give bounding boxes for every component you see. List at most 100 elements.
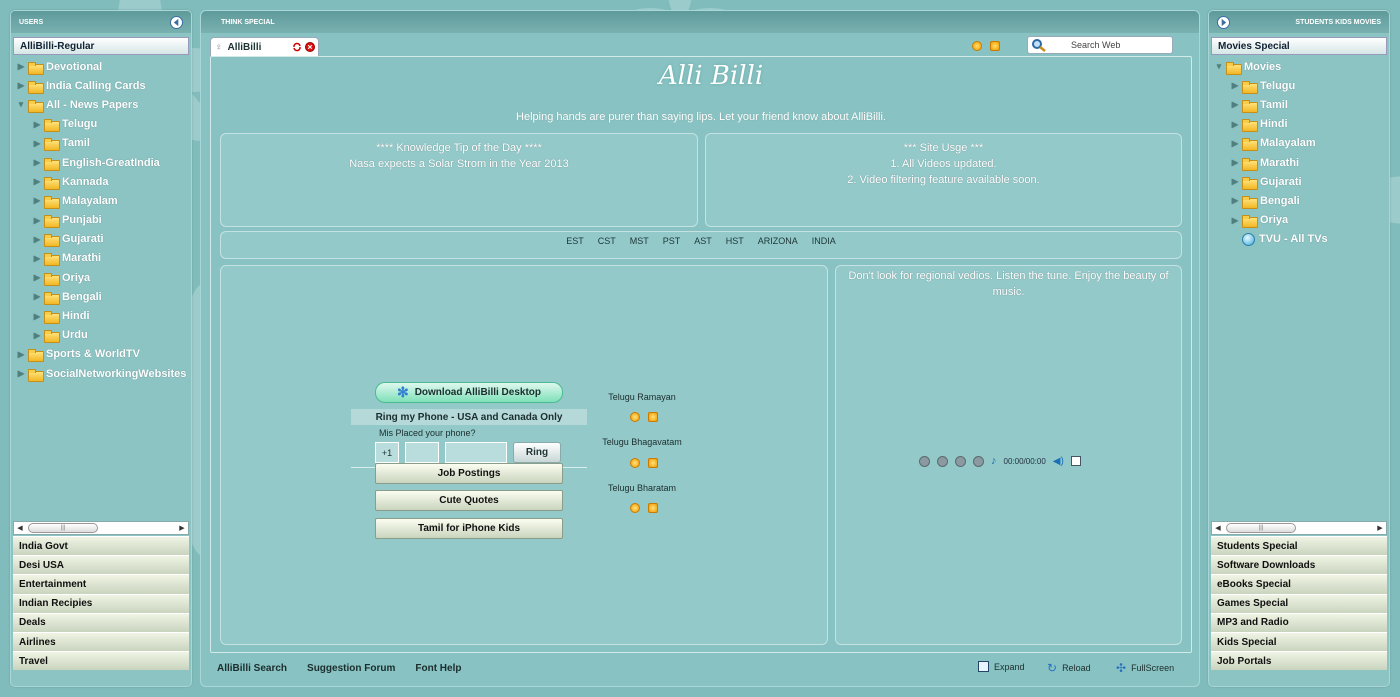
stop-icon[interactable]	[648, 412, 658, 422]
footer-link-font-help[interactable]: Font Help	[415, 663, 461, 674]
timezone-cst[interactable]: CST	[598, 236, 616, 246]
timezone-arizona[interactable]: ARIZONA	[758, 236, 798, 246]
collapsed-triangle-icon[interactable]: ▶	[33, 196, 41, 205]
collapsed-triangle-icon[interactable]: ▶	[17, 62, 25, 71]
left-category-item[interactable]: Deals	[13, 612, 189, 632]
left-tree-item[interactable]: ▶ Hindi	[17, 306, 191, 325]
timezone-hst[interactable]: HST	[726, 236, 744, 246]
expand-button[interactable]: Expand	[978, 661, 1025, 672]
collapsed-triangle-icon[interactable]: ▶	[33, 158, 41, 167]
collapsed-triangle-icon[interactable]: ▶	[33, 254, 41, 263]
right-selected-group[interactable]: Movies Special	[1211, 37, 1387, 55]
refresh-icon[interactable]	[292, 42, 302, 52]
close-icon[interactable]	[305, 42, 315, 52]
right-category-item[interactable]: MP3 and Radio	[1211, 612, 1387, 632]
timezone-mst[interactable]: MST	[630, 236, 649, 246]
right-tree-item[interactable]: ▶ Tamil	[1215, 95, 1389, 114]
timezone-ast[interactable]: AST	[694, 236, 712, 246]
tab-allibilli[interactable]: ♀ AlliBilli	[210, 37, 319, 56]
left-tree-item[interactable]: ▶ Gujarati	[17, 230, 191, 249]
ring-button[interactable]: Ring	[513, 442, 561, 463]
left-tree-item[interactable]: ▶ India Calling Cards	[17, 76, 191, 95]
job-postings-button[interactable]: Job Postings	[375, 463, 563, 484]
right-category-item[interactable]: Software Downloads	[1211, 555, 1387, 575]
expand-right-icon[interactable]	[1217, 15, 1230, 29]
search-web-box[interactable]: Search Web	[1027, 36, 1173, 54]
scroll-left-arrow-icon[interactable]: ◀	[1212, 522, 1224, 534]
right-tree-item[interactable]: ▶TVU - All TVs	[1215, 230, 1389, 249]
right-tree-item[interactable]: ▶ Malayalam	[1215, 134, 1389, 153]
left-category-item[interactable]: India Govt	[13, 536, 189, 556]
stop-icon[interactable]	[648, 503, 658, 513]
right-category-item[interactable]: Games Special	[1211, 593, 1387, 613]
right-tree-item[interactable]: ▶ Hindi	[1215, 115, 1389, 134]
left-tree-item[interactable]: ▶ English-GreatIndia	[17, 153, 191, 172]
right-category-item[interactable]: eBooks Special	[1211, 574, 1387, 594]
left-selected-group[interactable]: AlliBilli-Regular	[13, 37, 189, 55]
play-icon[interactable]	[972, 41, 982, 51]
timezone-india[interactable]: INDIA	[812, 236, 836, 246]
left-tree-item[interactable]: ▶ SocialNetworkingWebsites	[17, 364, 191, 383]
scroll-right-arrow-icon[interactable]: ▶	[1374, 522, 1386, 534]
left-tree-item[interactable]: ▶ Tamil	[17, 134, 191, 153]
collapsed-triangle-icon[interactable]: ▶	[33, 120, 41, 129]
left-tree-item[interactable]: ▶ Oriya	[17, 268, 191, 287]
left-category-item[interactable]: Entertainment	[13, 574, 189, 594]
left-tree-item[interactable]: ▶ Malayalam	[17, 191, 191, 210]
volume-icon[interactable]: ◀)	[1053, 456, 1064, 467]
left-tree-item[interactable]: ▶ Marathi	[17, 249, 191, 268]
left-tree-item[interactable]: ▶ Kannada	[17, 172, 191, 191]
left-tree-item[interactable]: ▶ Urdu	[17, 326, 191, 345]
left-tree-item[interactable]: ▶ Sports & WorldTV	[17, 345, 191, 364]
collapsed-triangle-icon[interactable]: ▶	[1231, 177, 1239, 186]
left-horizontal-scrollbar[interactable]: ◀ ||| ▶	[13, 521, 189, 535]
play-icon[interactable]	[630, 503, 640, 513]
collapsed-triangle-icon[interactable]: ▶	[17, 350, 25, 359]
collapsed-triangle-icon[interactable]: ▶	[1231, 158, 1239, 167]
fullscreen-button[interactable]: ✣ FullScreen	[1116, 661, 1174, 675]
collapsed-triangle-icon[interactable]: ▶	[33, 312, 41, 321]
left-tree-item[interactable]: ▼ All - News Papers	[17, 95, 191, 114]
collapsed-triangle-icon[interactable]: ▶	[33, 292, 41, 301]
area-code-input[interactable]	[405, 442, 439, 463]
footer-link-suggestion-forum[interactable]: Suggestion Forum	[307, 663, 395, 674]
fast-forward-icon[interactable]	[973, 455, 984, 467]
collapsed-triangle-icon[interactable]: ▶	[33, 216, 41, 225]
collapsed-triangle-icon[interactable]: ▶	[1231, 139, 1239, 148]
scroll-thumb[interactable]: |||	[1226, 523, 1296, 533]
download-desktop-button[interactable]: ✻ Download AlliBilli Desktop	[375, 382, 563, 403]
left-category-item[interactable]: Airlines	[13, 631, 189, 652]
collapsed-triangle-icon[interactable]: ▶	[1231, 81, 1239, 90]
left-category-item[interactable]: Desi USA	[13, 555, 189, 575]
scroll-thumb[interactable]: |||	[28, 523, 98, 533]
expanded-triangle-icon[interactable]: ▼	[1215, 62, 1223, 71]
collapsed-triangle-icon[interactable]: ▶	[1231, 196, 1239, 205]
rewind-icon[interactable]	[955, 455, 966, 467]
play-icon[interactable]	[630, 458, 640, 468]
stop-icon[interactable]	[990, 41, 1000, 51]
right-category-item[interactable]: Job Portals	[1211, 651, 1387, 671]
right-category-item[interactable]: Students Special	[1211, 536, 1387, 556]
right-category-item[interactable]: Kids Special	[1211, 631, 1387, 652]
collapsed-triangle-icon[interactable]: ▶	[1231, 120, 1239, 129]
scroll-left-arrow-icon[interactable]: ◀	[14, 522, 26, 534]
left-tree-item[interactable]: ▶ Punjabi	[17, 211, 191, 230]
left-tree-item[interactable]: ▶ Devotional	[17, 57, 191, 76]
collapsed-triangle-icon[interactable]: ▶	[1231, 100, 1239, 109]
right-tree-item[interactable]: ▶ Gujarati	[1215, 172, 1389, 191]
right-tree-item[interactable]: ▼ Movies	[1215, 57, 1389, 76]
collapsed-triangle-icon[interactable]: ▶	[33, 235, 41, 244]
right-tree-item[interactable]: ▶ Marathi	[1215, 153, 1389, 172]
collapsed-triangle-icon[interactable]: ▶	[33, 331, 41, 340]
left-tree-item[interactable]: ▶ Bengali	[17, 287, 191, 306]
right-horizontal-scrollbar[interactable]: ◀ ||| ▶	[1211, 521, 1387, 535]
expanded-triangle-icon[interactable]: ▼	[17, 100, 25, 109]
collapsed-triangle-icon[interactable]: ▶	[17, 81, 25, 90]
right-tree-item[interactable]: ▶ Telugu	[1215, 76, 1389, 95]
reload-button[interactable]: ↻ Reload	[1047, 661, 1091, 675]
cute-quotes-button[interactable]: Cute Quotes	[375, 490, 563, 511]
right-tree-item[interactable]: ▶ Oriya	[1215, 211, 1389, 230]
collapsed-triangle-icon[interactable]: ▶	[33, 177, 41, 186]
fullscreen-box-icon[interactable]	[1070, 456, 1081, 466]
footer-link-allibilli-search[interactable]: AlliBilli Search	[217, 663, 287, 674]
